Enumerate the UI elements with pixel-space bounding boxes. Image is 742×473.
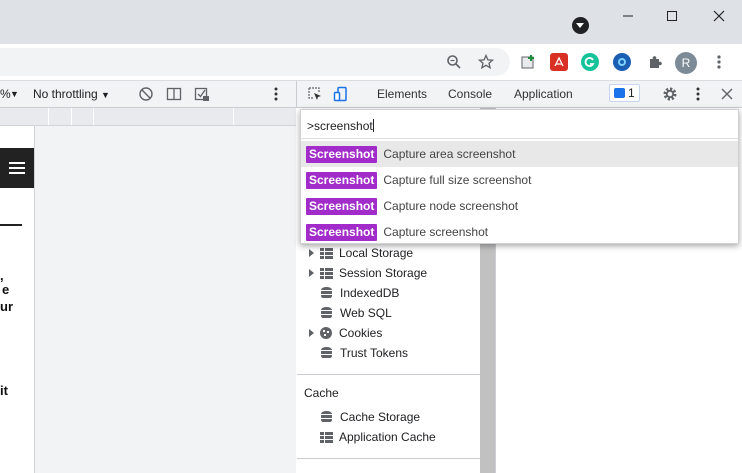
tree-item-label: Application Cache [339,430,436,444]
command-item-capture-area-screenshot[interactable]: Screenshot Capture area screenshot [301,141,738,167]
pdf-extension-icon[interactable] [550,53,568,71]
tree-item-cookies[interactable]: Cookies [309,323,382,343]
database-icon [321,347,332,359]
tree-item-label: Trust Tokens [340,346,409,360]
window-titlebar [0,0,742,44]
section-divider [297,458,480,459]
command-item-label: Capture node screenshot [383,199,519,213]
bookmark-star-icon[interactable] [476,52,496,72]
database-icon [321,411,332,423]
command-menu-divider [301,138,738,139]
page-text-fragment-3: ur [0,299,13,314]
tree-item-label: Session Storage [339,266,428,280]
command-item-label: Capture area screenshot [383,147,516,161]
tree-item-session-storage[interactable]: Session Storage [309,263,427,283]
database-icon [321,287,332,299]
storage-grid-icon [320,247,333,259]
sensor-block-icon[interactable] [136,84,156,104]
tree-item-local-storage[interactable]: Local Storage [309,243,413,263]
devtools-settings-gear-icon[interactable] [660,84,680,104]
extensions-puzzle-icon[interactable] [645,52,665,72]
database-icon [321,307,332,319]
grammarly-extension-icon[interactable] [581,53,599,71]
tab-console[interactable]: Console [448,87,492,101]
tab-elements[interactable]: Elements [377,87,427,101]
devtools-tab-bar: Elements Console Application [296,81,742,108]
vpn-extension-icon[interactable] [613,53,631,71]
address-bar[interactable] [0,48,510,76]
minimize-button[interactable] [605,0,651,32]
device-toolbar-more-icon[interactable] [266,84,286,104]
tree-item-label: Cache Storage [340,410,421,424]
tree-item-label: Web SQL [340,306,392,320]
tree-item-label: Local Storage [339,246,414,260]
text-caret [372,119,374,132]
section-divider [297,374,480,375]
issues-icon [614,88,625,98]
browser-toolbar: R [0,44,742,81]
tab-application[interactable]: Application [514,87,573,101]
zoom-icon[interactable] [444,52,464,72]
page-preview-area: , e ur it [0,126,296,473]
command-menu-input[interactable]: >screenshot [307,119,374,133]
devtools-more-icon[interactable] [688,84,708,104]
command-item-capture-full-size-screenshot[interactable]: Screenshot Capture full size screenshot [301,167,738,193]
close-window-button[interactable] [696,0,742,32]
inspect-element-icon[interactable] [305,84,325,104]
tree-item-web-sql[interactable]: Web SQL [309,303,392,323]
command-category-badge: Screenshot [306,171,378,189]
cookie-icon [320,327,332,339]
minimize-icon [623,15,633,17]
page-text-fragment-1: , [0,268,4,283]
device-toolbar: % ▼ No throttling ▼ [0,81,296,108]
tree-item-indexeddb[interactable]: IndexedDB [309,283,399,303]
throttling-dropdown-arrow-icon: ▼ [101,90,110,100]
tree-item-label: IndexedDB [340,286,400,300]
tab-search-icon[interactable] [572,17,589,34]
command-item-capture-screenshot[interactable]: Screenshot Capture screenshot [301,219,738,245]
extension-plus-icon[interactable] [518,52,538,72]
browser-menu-icon[interactable] [709,52,729,72]
page-text-fragment-2: e [2,282,10,297]
dual-screen-icon[interactable] [164,84,184,104]
command-item-label: Capture full size screenshot [383,173,532,187]
page-text-fragment-4: it [0,383,8,398]
command-menu: >screenshot Screenshot Capture area scre… [300,109,739,244]
maximize-button[interactable] [649,0,695,32]
page-divider [0,224,22,226]
tree-item-cache-storage[interactable]: Cache Storage [309,407,420,427]
throttling-select[interactable]: No throttling ▼ [33,87,110,101]
expand-arrow-icon[interactable] [309,249,314,257]
device-toggle-icon[interactable] [331,84,351,104]
emulated-page: , e ur it [0,126,35,473]
storage-grid-icon [320,431,333,443]
hamburger-menu-icon[interactable] [0,148,34,188]
expand-arrow-icon[interactable] [309,269,314,277]
command-item-capture-node-screenshot[interactable]: Screenshot Capture node screenshot [301,193,738,219]
cache-section-title: Cache [304,386,339,400]
tree-item-application-cache[interactable]: Application Cache [309,427,436,447]
media-query-ruler[interactable] [0,108,296,126]
command-category-badge: Screenshot [306,223,378,241]
command-item-label: Capture screenshot [383,225,489,239]
command-category-badge: Screenshot [306,145,378,163]
close-icon [713,10,725,22]
maximize-icon [667,11,677,21]
issues-counter-button[interactable]: 1 [609,84,640,102]
issues-count: 1 [628,86,635,100]
devtools-close-icon[interactable] [717,84,737,104]
storage-grid-icon [320,267,333,279]
tree-item-label: Cookies [339,326,383,340]
throttling-label: No throttling [33,87,98,101]
command-category-badge: Screenshot [306,197,378,215]
device-mode-settings-icon[interactable] [192,84,212,104]
expand-arrow-icon[interactable] [309,329,314,337]
command-query-text: >screenshot [307,119,373,133]
profile-avatar[interactable]: R [675,52,697,74]
zoom-dropdown-arrow-icon[interactable]: ▼ [10,89,19,99]
tree-item-trust-tokens[interactable]: Trust Tokens [309,343,408,363]
